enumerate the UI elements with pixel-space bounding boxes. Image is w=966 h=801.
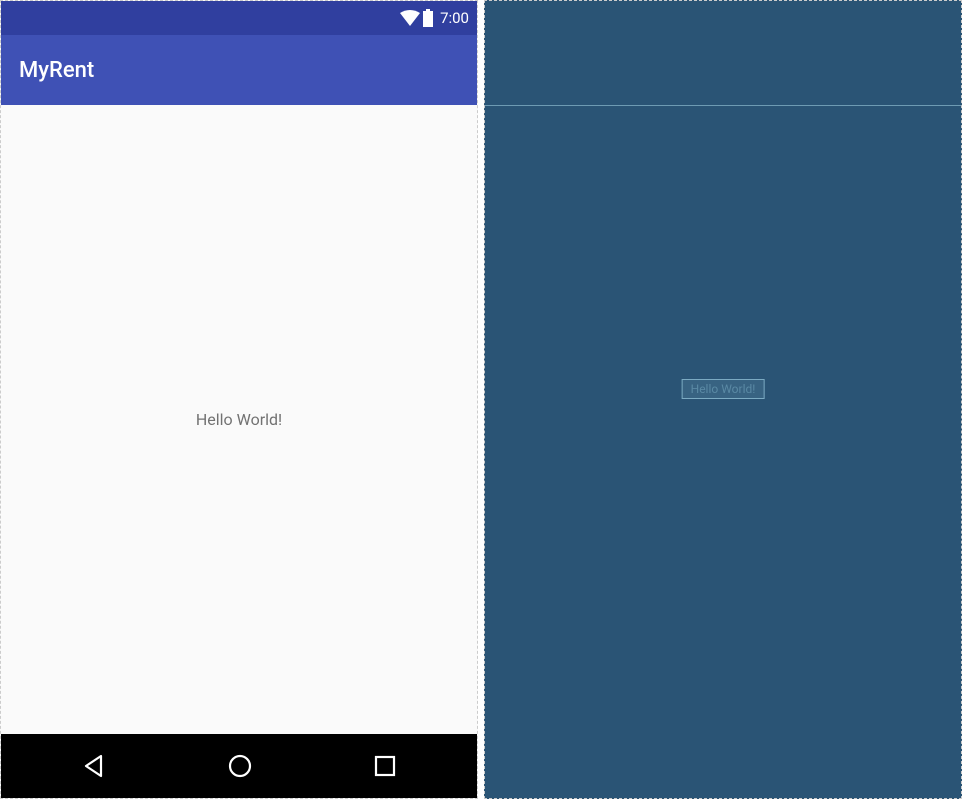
- navigation-bar: [1, 734, 477, 798]
- battery-icon: [422, 9, 434, 27]
- hello-world-text: Hello World!: [196, 410, 282, 429]
- recents-icon[interactable]: [373, 754, 397, 778]
- app-title: MyRent: [19, 58, 94, 83]
- home-icon[interactable]: [226, 752, 254, 780]
- design-preview-panel: 7:00 MyRent Hello World!: [0, 0, 478, 799]
- wifi-icon: [400, 10, 420, 26]
- blueprint-appbar-outline: [485, 105, 961, 106]
- blueprint-textview[interactable]: Hello World!: [682, 379, 765, 399]
- back-icon[interactable]: [81, 753, 107, 779]
- status-icons: 7:00: [400, 9, 469, 27]
- status-time: 7:00: [440, 9, 469, 27]
- content-area: Hello World!: [1, 105, 477, 734]
- blueprint-panel[interactable]: Hello World!: [484, 0, 962, 799]
- app-bar: MyRent: [1, 35, 477, 105]
- status-bar: 7:00: [1, 1, 477, 35]
